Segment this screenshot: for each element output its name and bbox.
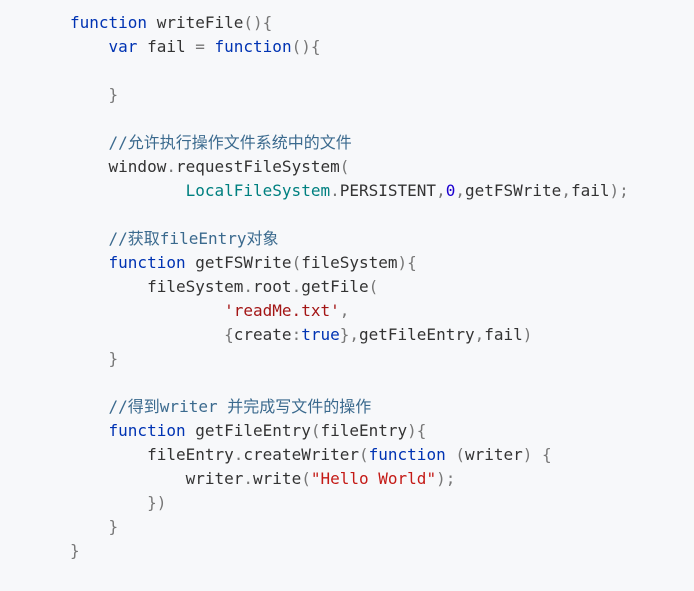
- code-token: :: [291, 325, 302, 344]
- code-token: LocalFileSystem: [70, 181, 331, 200]
- code-line: }): [70, 491, 166, 515]
- code-token: ,: [339, 301, 350, 320]
- code-token: );: [436, 469, 456, 488]
- code-token: ){: [407, 421, 427, 440]
- code-line: function getFSWrite(fileSystem){: [70, 251, 417, 275]
- code-token: fail: [137, 37, 196, 56]
- code-token: ): [522, 325, 533, 344]
- code-token: (){: [291, 37, 321, 56]
- code-token: //允许执行操作文件系统中的文件: [70, 133, 352, 152]
- code-token: );: [609, 181, 629, 200]
- code-token: (){: [243, 13, 273, 32]
- code-token: (: [339, 157, 350, 176]
- code-token: PERSISTENT: [339, 181, 437, 200]
- code-line: fileSystem.root.getFile(: [70, 275, 378, 299]
- code-line: window.requestFileSystem(: [70, 155, 350, 179]
- code-line: }: [70, 515, 119, 539]
- code-token: }: [70, 349, 119, 368]
- code-line: function getFileEntry(fileEntry){: [70, 419, 427, 443]
- code-token: (: [291, 253, 302, 272]
- code-token: ) {: [522, 445, 552, 464]
- code-line: fileEntry.createWriter(function (writer)…: [70, 443, 552, 467]
- code-token: writer: [464, 445, 523, 464]
- code-token: function: [368, 445, 446, 464]
- code-token: requestFileSystem: [175, 157, 340, 176]
- code-token: .: [291, 277, 302, 296]
- code-token: getFileEntry: [359, 325, 475, 344]
- code-token: 'readMe.txt': [70, 301, 340, 320]
- code-token: fileEntry: [70, 445, 234, 464]
- code-token: getFileEntry: [185, 421, 311, 440]
- code-line: 'readMe.txt',: [70, 299, 349, 323]
- code-line: //得到writer 并完成写文件的操作: [70, 395, 372, 419]
- code-line: }: [70, 539, 80, 563]
- code-token: var: [70, 37, 138, 56]
- code-line: }: [70, 347, 119, 371]
- code-token: }: [70, 541, 80, 560]
- code-line: //允许执行操作文件系统中的文件: [70, 131, 352, 155]
- code-token: //获取fileEntry对象: [70, 229, 279, 248]
- code-line: }: [70, 83, 119, 107]
- code-token: fileSystem: [70, 277, 244, 296]
- code-token: {: [70, 325, 234, 344]
- code-token: }: [70, 517, 119, 536]
- code-token: getFSWrite: [185, 253, 292, 272]
- code-token: ){: [397, 253, 417, 272]
- code-token: }: [70, 85, 119, 104]
- code-token: "Hello World": [310, 469, 437, 488]
- code-token: fileEntry: [320, 421, 408, 440]
- code-token: true: [301, 325, 340, 344]
- code-token: }): [70, 493, 167, 512]
- code-line: LocalFileSystem.PERSISTENT,0,getFSWrite,…: [70, 179, 629, 203]
- code-token: ,: [561, 181, 571, 200]
- code-token: write: [253, 469, 302, 488]
- code-token: .: [330, 181, 340, 200]
- code-token: root: [253, 277, 292, 296]
- code-token: .: [166, 157, 176, 176]
- code-token: create: [233, 325, 292, 344]
- code-token: function: [70, 13, 148, 32]
- code-token: getFile: [301, 277, 369, 296]
- code-block: function writeFile(){ var fail = functio…: [0, 0, 694, 591]
- code-token: .: [243, 277, 254, 296]
- code-token: =: [195, 37, 205, 56]
- code-token: ,: [455, 181, 465, 200]
- code-token: .: [233, 445, 244, 464]
- code-token: fileSystem: [301, 253, 398, 272]
- code-line: var fail = function(){: [70, 35, 321, 59]
- code-token: (: [368, 277, 379, 296]
- code-token: fail: [570, 181, 610, 200]
- code-token: createWriter: [243, 445, 359, 464]
- code-line: function writeFile(){: [70, 11, 272, 35]
- code-token: writer: [70, 469, 244, 488]
- code-token: function: [70, 253, 186, 272]
- code-token: function: [204, 37, 292, 56]
- code-line: {create:true},getFileEntry,fail): [70, 323, 532, 347]
- code-token: },: [339, 325, 359, 344]
- code-token: 0: [445, 181, 456, 200]
- code-token: //得到writer 并完成写文件的操作: [70, 397, 372, 416]
- code-line: //获取fileEntry对象: [70, 227, 279, 251]
- code-token: function: [70, 421, 186, 440]
- code-token: window: [70, 157, 167, 176]
- code-token: ,: [436, 181, 446, 200]
- code-token: (: [301, 469, 311, 488]
- code-token: writeFile: [147, 13, 244, 32]
- code-token: fail: [484, 325, 523, 344]
- code-token: (: [359, 445, 369, 464]
- code-token: .: [243, 469, 254, 488]
- code-token: (: [445, 445, 465, 464]
- code-line: writer.write("Hello World");: [70, 467, 456, 491]
- code-token: getFSWrite: [464, 181, 562, 200]
- code-token: ,: [474, 325, 485, 344]
